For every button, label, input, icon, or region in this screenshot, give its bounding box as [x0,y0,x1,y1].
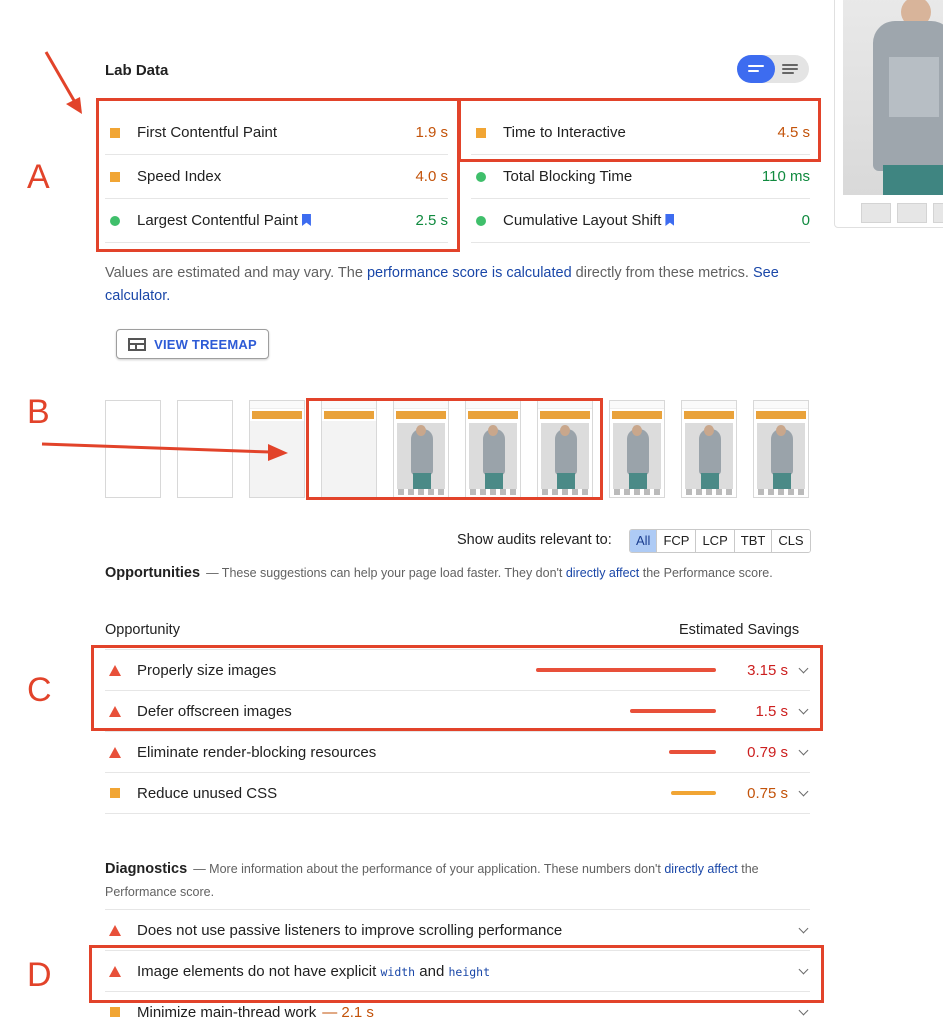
annotation-box-a-left [96,98,460,252]
filmstrip-frame [177,400,233,498]
savings-value: 0.79 s [747,743,788,761]
lab-data-title: Lab Data [105,62,169,79]
chevron-down-icon[interactable] [798,786,809,796]
filter-chip-all[interactable]: All [630,530,658,552]
annotation-box-b [306,398,603,500]
product-thumbnail[interactable] [861,203,891,223]
savings-bar [671,791,716,795]
view-toggle[interactable] [737,55,809,83]
savings-value: 0.75 s [747,784,788,802]
chevron-down-icon[interactable] [798,923,809,933]
product-photo [843,0,943,195]
product-thumbnail[interactable] [933,203,943,223]
performance-score-link[interactable]: performance score is calculated [367,265,572,281]
view-treemap-button[interactable]: VIEW TREEMAP [116,329,269,359]
chevron-down-icon[interactable] [798,745,809,755]
directly-affect-link[interactable]: directly affect [664,862,737,876]
audit-eliminate-render-blocking-resources[interactable]: Eliminate render-blocking resources 0.79… [105,732,810,773]
fail-triangle-icon [109,746,121,758]
metrics-disclaimer: Values are estimated and may vary. The p… [105,265,779,304]
annotation-box-d [89,945,824,1003]
filmstrip-frame [753,400,809,498]
filmstrip-frame [681,400,737,498]
opportunity-column-header: Opportunity [105,622,180,638]
estimated-savings-column-header: Estimated Savings [679,622,800,638]
filmstrip-frame [105,400,161,498]
annotation-arrow-a [44,51,82,114]
filmstrip-frame [609,400,665,498]
metric-value: 110 ms [761,168,810,185]
metric-value: 0 [801,212,810,229]
directly-affect-link[interactable]: directly affect [566,566,639,580]
treemap-icon [128,337,147,351]
audit-reduce-unused-css[interactable]: Reduce unused CSS 0.75 s [105,773,810,814]
pass-indicator-icon [476,171,486,182]
savings-bar [669,750,716,754]
fail-triangle-icon [109,924,121,936]
annotation-letter-c: C [27,671,52,709]
annotation-letter-a: A [27,158,50,196]
metric-cumulative-layout-shift: Cumulative Layout Shift 0 [471,199,810,243]
opportunities-title: Opportunities [105,565,201,581]
chevron-down-icon[interactable] [798,1005,809,1015]
pass-indicator-icon [476,215,486,226]
product-image-card [834,0,943,228]
opportunities-header: Opportunities — These suggestions can hel… [105,565,773,581]
threshold-value: — 2.1 s [322,1003,374,1021]
annotation-box-a-right [458,98,821,162]
filmstrip-frame [249,400,305,498]
diagnostics-header: Diagnostics — More information about the … [105,861,759,899]
audit-filter-label: Show audits relevant to: [457,532,612,548]
product-thumbnail[interactable] [897,203,927,223]
annotation-box-c [91,645,823,731]
summary-view-toggle[interactable] [737,55,775,83]
diagnostics-title: Diagnostics [105,861,188,877]
average-square-icon [110,1007,120,1017]
annotation-letter-b: B [27,393,50,431]
filter-chip-tbt[interactable]: TBT [734,530,773,552]
annotation-letter-d: D [27,956,52,994]
audit-filter-chips: All FCP LCP TBT CLS [629,529,811,553]
filter-chip-lcp[interactable]: LCP [696,530,735,552]
filter-chip-fcp[interactable]: FCP [657,530,697,552]
average-square-icon [110,788,120,798]
bookmark-icon[interactable] [665,214,675,226]
filter-chip-cls[interactable]: CLS [772,530,810,552]
